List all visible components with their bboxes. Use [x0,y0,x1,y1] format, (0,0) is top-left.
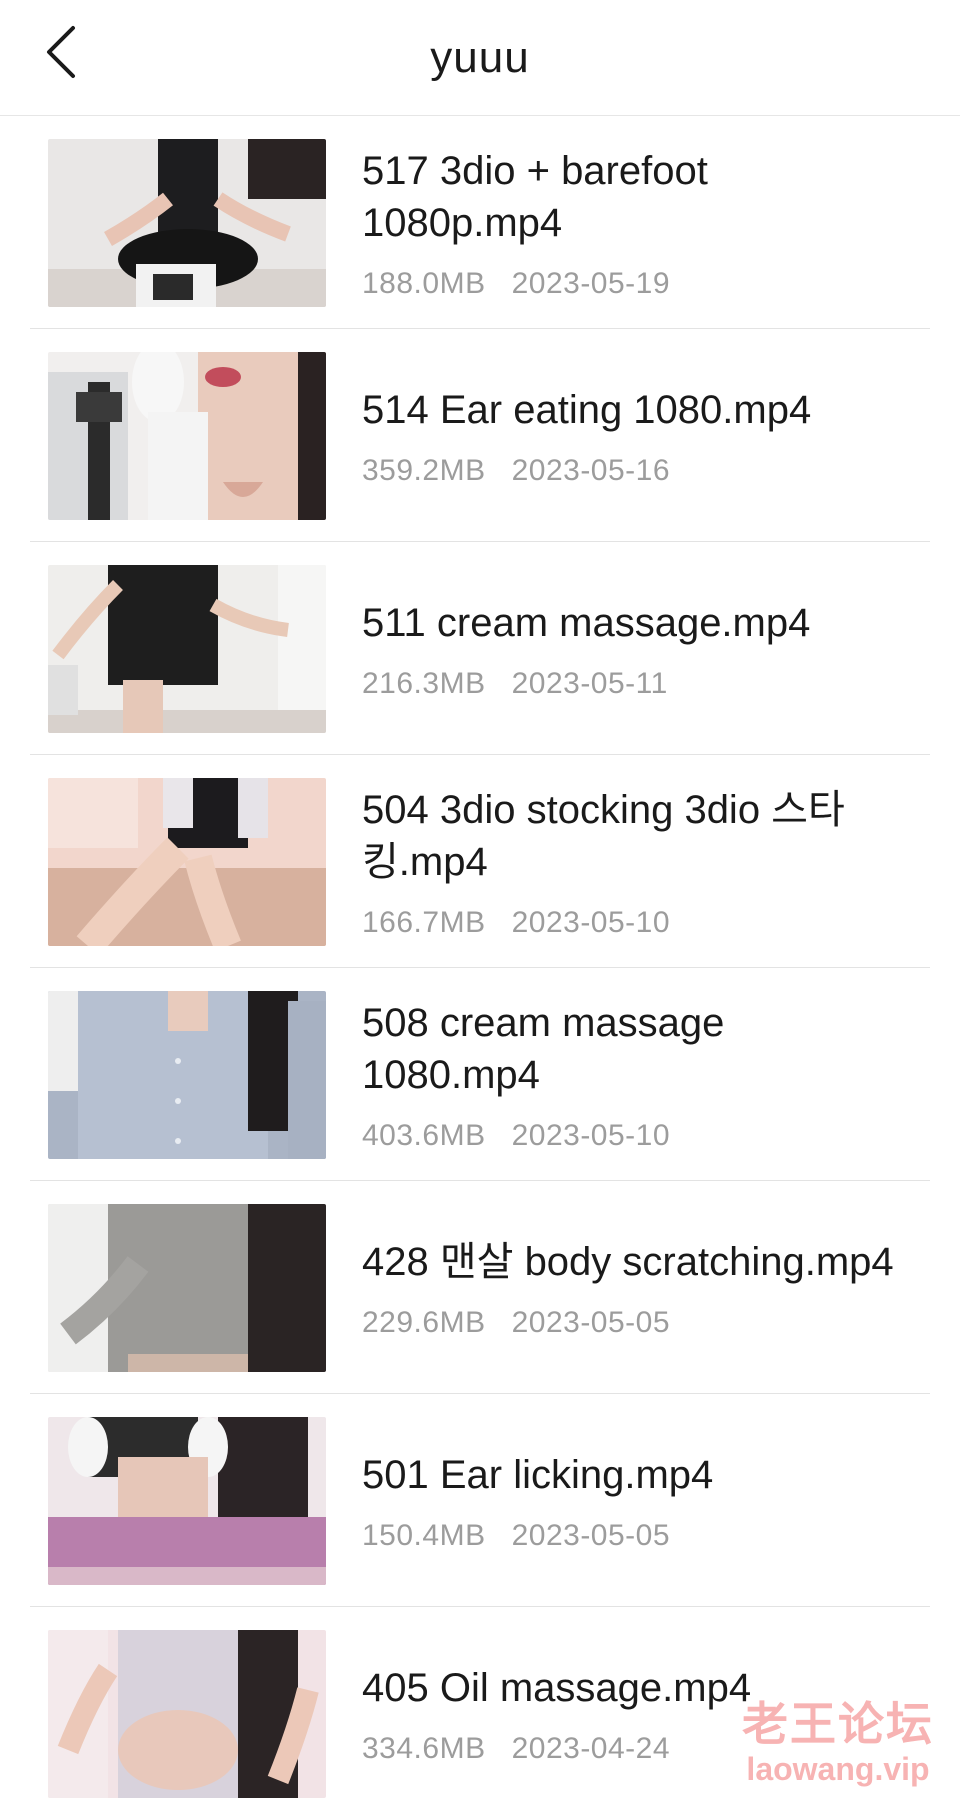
file-meta: 334.6MB 2023-04-24 [362,1732,902,1766]
page-title: yuuu [430,32,530,82]
file-name: 511 cream massage.mp4 [362,600,811,645]
file-size: 166.7MB [362,905,486,939]
video-thumbnail [48,990,326,1159]
file-date: 2023-05-10 [511,905,671,939]
video-thumbnail [48,351,326,520]
file-name: 504 3dio stocking 3dio 스타킹.mp4 [362,787,845,884]
file-row[interactable]: 405 Oil massage.mp4 334.6MB 2023-04-24 [0,1607,960,1801]
file-size: 359.2MB [362,453,486,487]
file-size: 188.0MB [362,266,486,300]
file-name: 514 Ear eating 1080.mp4 [362,387,812,432]
file-meta: 216.3MB 2023-05-11 [362,667,902,701]
file-row[interactable]: 508 cream massage 1080.mp4 403.6MB 2023-0… [0,968,960,1181]
file-date: 2023-05-10 [511,1118,671,1152]
file-list: 517 3dio + barefoot 1080p.mp4 188.0MB 202… [0,116,960,1801]
file-row[interactable]: 514 Ear eating 1080.mp4 359.2MB 2023-05-1… [0,329,960,542]
video-thumbnail [48,1629,326,1798]
file-meta: 229.6MB 2023-05-05 [362,1306,902,1340]
file-name: 508 cream massage 1080.mp4 [362,1000,725,1097]
file-date: 2023-05-11 [511,666,668,700]
video-thumbnail [48,564,326,733]
top-bar: yuuu [0,0,960,116]
file-size: 216.3MB [362,666,486,700]
file-size: 403.6MB [362,1118,486,1152]
file-meta: 403.6MB 2023-05-10 [362,1119,902,1153]
video-thumbnail [48,138,326,307]
file-date: 2023-05-05 [511,1518,671,1552]
file-name: 517 3dio + barefoot 1080p.mp4 [362,148,708,245]
file-date: 2023-04-24 [511,1731,671,1765]
file-size: 334.6MB [362,1731,486,1765]
file-row[interactable]: 501 Ear licking.mp4 150.4MB 2023-05-05 [0,1394,960,1607]
video-thumbnail [48,1416,326,1585]
file-row[interactable]: 511 cream massage.mp4 216.3MB 2023-05-11 [0,542,960,755]
file-row[interactable]: 517 3dio + barefoot 1080p.mp4 188.0MB 202… [0,116,960,329]
file-size: 150.4MB [362,1518,486,1552]
file-date: 2023-05-19 [511,266,671,300]
file-meta: 188.0MB 2023-05-19 [362,267,902,301]
file-row[interactable]: 428 맨살 body scratching.mp4 229.6MB 2023-0… [0,1181,960,1394]
file-date: 2023-05-16 [511,453,671,487]
chevron-left-icon [47,26,75,78]
file-name: 428 맨살 body scratching.mp4 [362,1239,894,1284]
file-size: 229.6MB [362,1305,486,1339]
file-meta: 150.4MB 2023-05-05 [362,1519,902,1553]
file-name: 501 Ear licking.mp4 [362,1452,714,1497]
video-thumbnail [48,777,326,946]
file-date: 2023-05-05 [511,1305,671,1339]
file-name: 405 Oil massage.mp4 [362,1665,752,1710]
video-thumbnail [48,1203,326,1372]
back-button[interactable] [36,22,86,82]
file-meta: 359.2MB 2023-05-16 [362,454,902,488]
file-meta: 166.7MB 2023-05-10 [362,906,902,940]
file-row[interactable]: 504 3dio stocking 3dio 스타킹.mp4 166.7MB 20… [0,755,960,968]
